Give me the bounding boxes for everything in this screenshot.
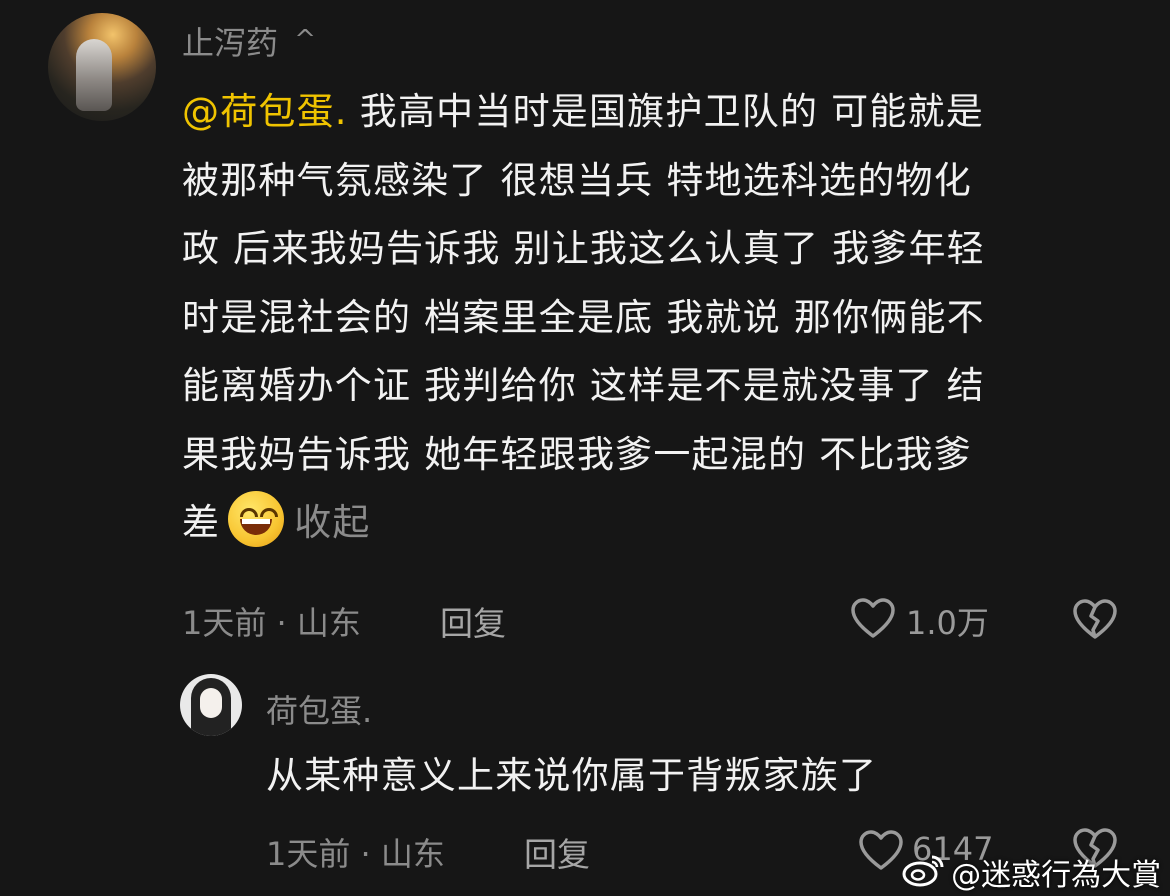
comment-line: 差收起 (182, 489, 1142, 558)
comment-body: @荷包蛋. 我高中当时是国旗护卫队的 可能就是 被那种气氛感染了 很想当兵 特地选… (182, 78, 1142, 558)
reply-body: 从某种意义上来说你属于背叛家族了 (266, 754, 878, 797)
comment-like-count: 1.0万 (906, 604, 989, 642)
expand-caret-icon[interactable]: ^ (294, 25, 316, 55)
dislike-broken-heart-icon[interactable] (1072, 597, 1118, 641)
reply-reply-button[interactable]: 回复 (524, 828, 590, 876)
like-heart-icon[interactable] (850, 597, 896, 639)
reply-avatar[interactable] (180, 674, 242, 736)
comment-line: 政 后来我妈告诉我 别让我这么认真了 我爹年轻 (182, 227, 985, 270)
mention-link[interactable]: @荷包蛋. (182, 90, 348, 133)
comment-line: 被那种气氛感染了 很想当兵 特地选科选的物化 (182, 158, 972, 202)
grinning-sweat-emoji-icon (228, 491, 285, 547)
comment-meta: 1天前 · 山东 (182, 604, 361, 642)
collapse-button[interactable]: 收起 (294, 501, 370, 544)
comment-line: @荷包蛋. 我高中当时是国旗护卫队的 可能就是 (182, 90, 984, 133)
comment-line: 果我妈告诉我 她年轻跟我爹一起混的 不比我爹 (182, 432, 972, 476)
reply-username[interactable]: 荷包蛋. (266, 686, 372, 732)
comment-line: 能离婚办个证 我判给你 这样是不是就没事了 结 (182, 364, 985, 407)
reply-like-heart-icon[interactable] (858, 829, 904, 871)
weibo-logo-icon (902, 853, 946, 891)
reply-meta: 1天前 · 山东 (266, 835, 445, 873)
watermark-text: @迷惑行為大賞 (951, 858, 1162, 893)
commenter-avatar[interactable] (48, 13, 156, 121)
comment-reply-button[interactable]: 回复 (440, 597, 506, 645)
comment-username[interactable]: 止泻药 (182, 24, 278, 62)
comment-line: 时是混社会的 档案里全是底 我就说 那你俩能不 (182, 295, 985, 339)
watermark: @迷惑行為大賞 (902, 850, 1162, 893)
comment-username-row[interactable]: 止泻药 ^ (182, 18, 316, 64)
